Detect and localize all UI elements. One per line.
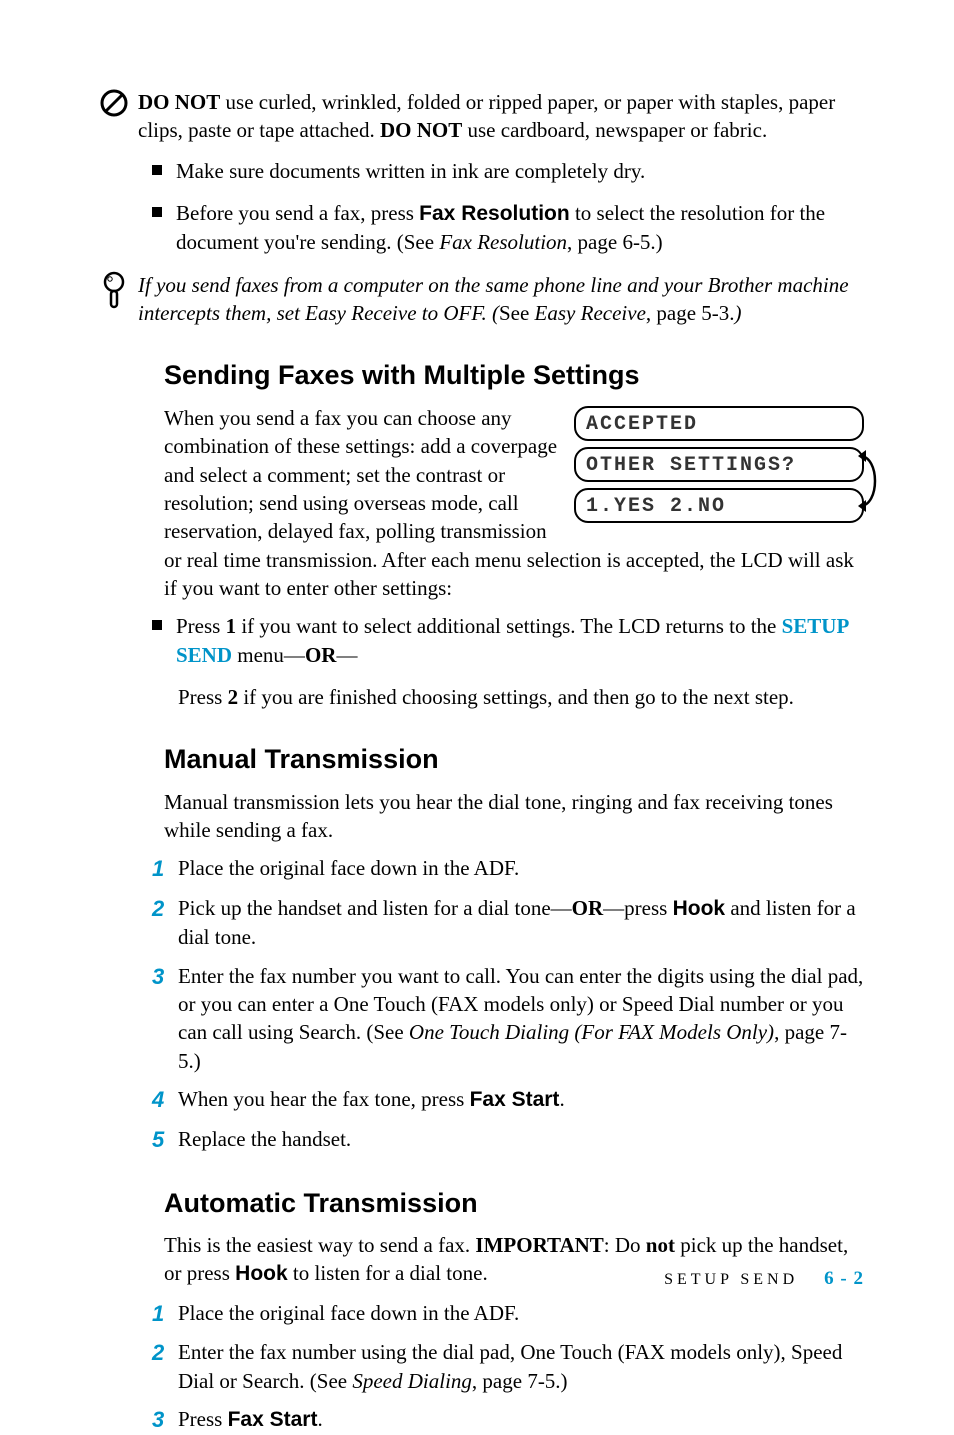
do-not-label-2: DO NOT	[380, 118, 462, 142]
text: If you send faxes from a computer on the…	[138, 273, 849, 325]
step-text: Replace the handset.	[178, 1125, 864, 1153]
text: menu—	[232, 643, 305, 667]
note-block: If you send faxes from a computer on the…	[90, 271, 864, 328]
text: —	[336, 643, 357, 667]
reference-link[interactable]: Easy Receive	[535, 301, 646, 325]
lcd-line: 1.YES 2.NO	[574, 488, 864, 523]
lcd-display-group: ACCEPTED OTHER SETTINGS? 1.YES 2.NO	[574, 406, 864, 529]
section-heading: Manual Transmission	[164, 741, 864, 777]
do-not-label: DO NOT	[138, 90, 220, 114]
step-text: Place the original face down in the ADF.	[178, 854, 864, 882]
bullet-text: Press 1 if you want to select additional…	[176, 612, 864, 669]
fax-start-label: Fax Start	[228, 1408, 318, 1431]
text: )	[735, 301, 742, 325]
text: Press	[178, 685, 228, 709]
see-label: See	[499, 301, 535, 325]
step-text: Place the original face down in the ADF.	[178, 1299, 864, 1327]
or-label: OR	[572, 896, 604, 920]
hook-button-label: Hook	[235, 1262, 288, 1285]
page-number: 6 - 2	[824, 1268, 864, 1289]
bullet-item: Make sure documents written in ink are c…	[152, 157, 864, 185]
text: Press	[176, 614, 226, 638]
step-item: 3 Press Fax Start.	[152, 1405, 864, 1435]
square-bullet-icon	[152, 620, 162, 630]
step-item: 5 Replace the handset.	[152, 1125, 864, 1155]
reference-link[interactable]: Fax Resolution	[439, 230, 567, 254]
square-bullet-icon	[152, 165, 162, 175]
note-icon	[90, 271, 138, 309]
bullet-text: Make sure documents written in ink are c…	[176, 157, 864, 185]
bullet-item: Press 1 if you want to select additional…	[152, 612, 864, 669]
reference-link[interactable]: One Touch Dialing (For FAX Models Only)	[409, 1020, 774, 1044]
section-manual-transmission: Manual Transmission Manual transmission …	[164, 741, 864, 844]
footer-section: SETUP SEND	[664, 1271, 798, 1288]
fax-start-label: Fax Start	[470, 1088, 560, 1111]
text: Press	[178, 1407, 228, 1431]
text: if you want to select additional setting…	[236, 614, 782, 638]
key-1: 1	[226, 614, 237, 638]
bullet-item: Before you send a fax, press Fax Resolut…	[152, 199, 864, 257]
step-item: 3 Enter the fax number you want to call.…	[152, 962, 864, 1075]
step-text: When you hear the fax tone, press Fax St…	[178, 1085, 864, 1114]
step-item: 4 When you hear the fax tone, press Fax …	[152, 1085, 864, 1115]
press-2-text: Press 2 if you are finished choosing set…	[178, 683, 864, 711]
step-number: 1	[152, 1299, 178, 1329]
text: , page 5-3.	[646, 301, 735, 325]
text: , page 7-5.)	[472, 1369, 568, 1393]
text: to listen for a dial tone.	[288, 1261, 488, 1285]
text: Pick up the handset and listen for a dia…	[178, 896, 572, 920]
bullet-text: Before you send a fax, press Fax Resolut…	[176, 199, 864, 257]
step-number: 2	[152, 1338, 178, 1368]
text: .	[559, 1087, 564, 1111]
text: Before you send a fax, press	[176, 201, 419, 225]
step-text: Enter the fax number using the dial pad,…	[178, 1338, 864, 1395]
warn-text-2: use cardboard, newspaper or fabric.	[462, 118, 767, 142]
text: —press	[603, 896, 672, 920]
step-text: Press Fax Start.	[178, 1405, 864, 1434]
lcd-line: OTHER SETTINGS?	[574, 447, 864, 482]
or-label: OR	[305, 643, 337, 667]
step-number: 5	[152, 1125, 178, 1155]
step-text: Enter the fax number you want to call. Y…	[178, 962, 864, 1075]
key-2: 2	[228, 685, 239, 709]
text: , page 6-5.)	[567, 230, 663, 254]
not-label: not	[646, 1233, 675, 1257]
warning-block: DO NOT use curled, wrinkled, folded or r…	[90, 88, 864, 145]
section-multiple-settings: Sending Faxes with Multiple Settings ACC…	[164, 357, 864, 602]
step-number: 3	[152, 1405, 178, 1435]
step-item: 1 Place the original face down in the AD…	[152, 1299, 864, 1329]
page-footer: SETUP SEND 6 - 2	[664, 1266, 864, 1292]
section-heading: Automatic Transmission	[164, 1185, 864, 1221]
step-text: Pick up the handset and listen for a dia…	[178, 894, 864, 952]
step-item: 2 Enter the fax number using the dial pa…	[152, 1338, 864, 1395]
prohibit-icon	[90, 88, 138, 118]
step-number: 2	[152, 894, 178, 924]
square-bullet-icon	[152, 207, 162, 217]
step-item: 2 Pick up the handset and listen for a d…	[152, 894, 864, 952]
step-item: 1 Place the original face down in the AD…	[152, 854, 864, 884]
text: When you hear the fax tone, press	[178, 1087, 470, 1111]
fax-resolution-label: Fax Resolution	[419, 202, 570, 225]
text: : Do	[604, 1233, 646, 1257]
hook-button-label: Hook	[673, 897, 726, 920]
important-label: IMPORTANT	[475, 1233, 603, 1257]
section-intro: Manual transmission lets you hear the di…	[164, 788, 864, 845]
lcd-line: ACCEPTED	[574, 406, 864, 441]
section-heading: Sending Faxes with Multiple Settings	[164, 357, 864, 393]
warning-text: DO NOT use curled, wrinkled, folded or r…	[138, 88, 864, 145]
reference-link[interactable]: Speed Dialing	[352, 1369, 472, 1393]
note-text: If you send faxes from a computer on the…	[138, 271, 864, 328]
text: This is the easiest way to send a fax.	[164, 1233, 475, 1257]
step-number: 3	[152, 962, 178, 992]
step-number: 4	[152, 1085, 178, 1115]
text: if you are finished choosing settings, a…	[238, 685, 794, 709]
step-number: 1	[152, 854, 178, 884]
cycle-arrows-icon	[856, 446, 886, 516]
text: .	[317, 1407, 322, 1431]
